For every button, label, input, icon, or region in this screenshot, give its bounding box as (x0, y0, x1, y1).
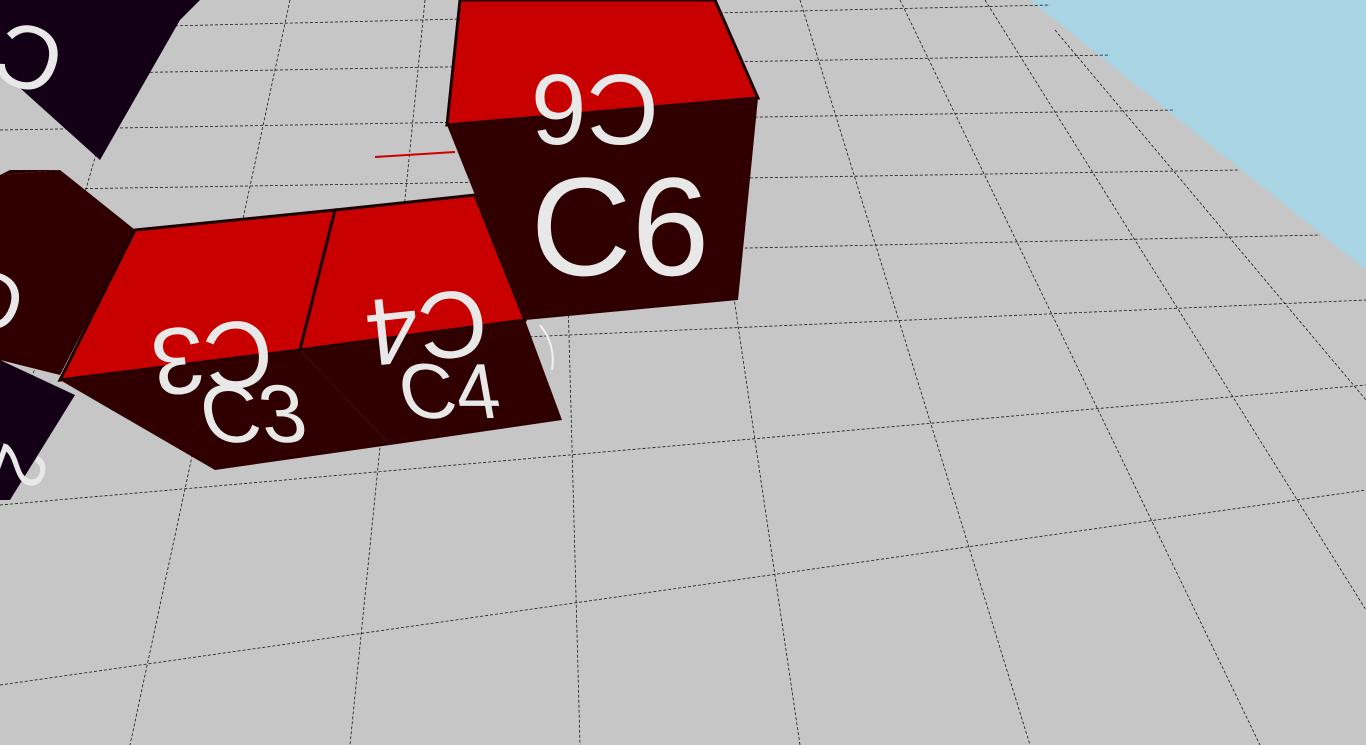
c3-side-label: C3 (192, 368, 313, 460)
game-viewport[interactable]: C 2 C C3 C3 C4 C4 C6 C6 (0, 0, 1366, 745)
c4-side-label: C4 (391, 348, 506, 435)
c6-side-label: C6 (531, 148, 710, 305)
